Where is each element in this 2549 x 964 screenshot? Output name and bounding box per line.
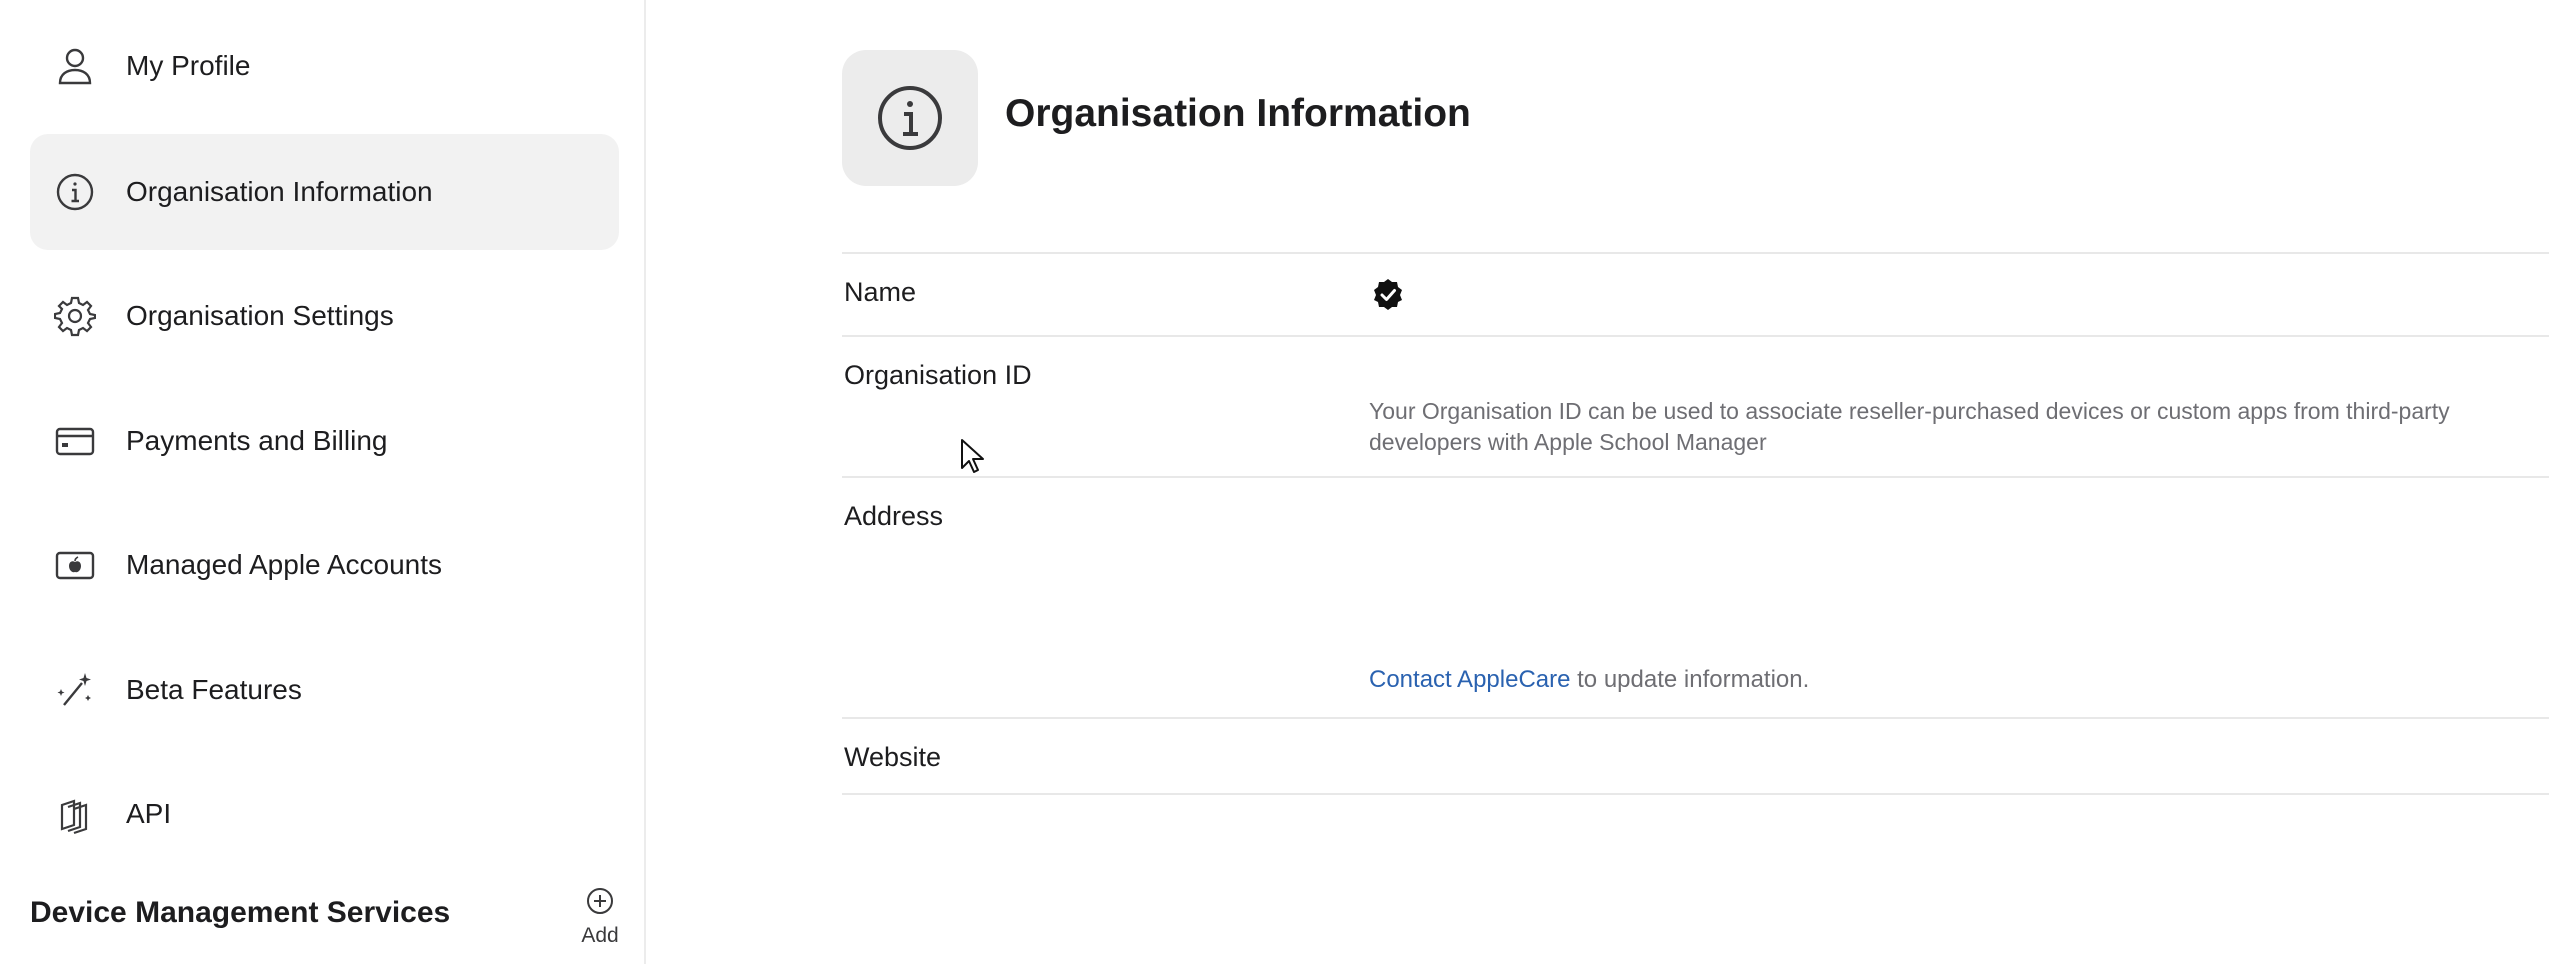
api-icon [54,793,96,835]
name-label: Name [844,277,917,307]
sidebar-item-managed-apple-accounts[interactable]: Managed Apple Accounts [30,507,619,623]
apple-account-icon [54,544,96,586]
contact-suffix: to update information. [1570,666,1810,693]
credit-card-icon [54,420,96,462]
gear-icon [54,295,96,337]
add-button[interactable]: Add [572,886,628,948]
info-icon [54,171,96,213]
divider [842,476,2549,478]
main-content: Organisation Information Name Organisati… [646,0,2549,964]
mouse-cursor-icon [961,439,984,473]
address-label: Address [844,501,944,531]
page-title: Organisation Information [1005,92,1471,135]
contact-applecare-link[interactable]: Contact AppleCare [1369,666,1570,693]
sidebar-item-label: Organisation Settings [126,300,394,331]
sidebar-item-label: Managed Apple Accounts [126,549,443,580]
website-label: Website [844,742,942,772]
organisation-id-label: Organisation ID [844,360,1032,390]
sidebar: My Profile Organisation Information Orga… [0,0,646,964]
sidebar-item-api[interactable]: API [30,756,619,872]
divider [842,717,2549,719]
verified-badge-icon [1374,279,1402,310]
sidebar-item-my-profile[interactable]: My Profile [30,8,619,124]
sidebar-item-beta-features[interactable]: Beta Features [30,632,619,748]
sidebar-item-label: Organisation Information [126,176,433,207]
person-icon [54,45,96,87]
sidebar-item-organisation-information[interactable]: Organisation Information [30,134,619,250]
contact-applecare-text: Contact AppleCare to update information. [1369,666,1809,694]
info-icon [842,50,978,186]
sidebar-item-organisation-settings[interactable]: Organisation Settings [30,258,619,374]
magic-wand-icon [54,669,96,711]
add-button-label: Add [581,924,619,947]
section-title-device-management-services: Device Management Services [30,896,451,929]
sidebar-item-label: Payments and Billing [126,425,388,456]
sidebar-item-label: My Profile [126,50,251,81]
sidebar-item-label: API [126,798,172,829]
divider [842,793,2549,795]
plus-circle-icon [587,888,613,914]
sidebar-item-payments-and-billing[interactable]: Payments and Billing [30,383,619,499]
divider [842,335,2549,337]
sidebar-item-label: Beta Features [126,674,302,705]
organisation-id-description: Your Organisation ID can be used to asso… [1369,398,2450,455]
divider [842,252,2549,254]
